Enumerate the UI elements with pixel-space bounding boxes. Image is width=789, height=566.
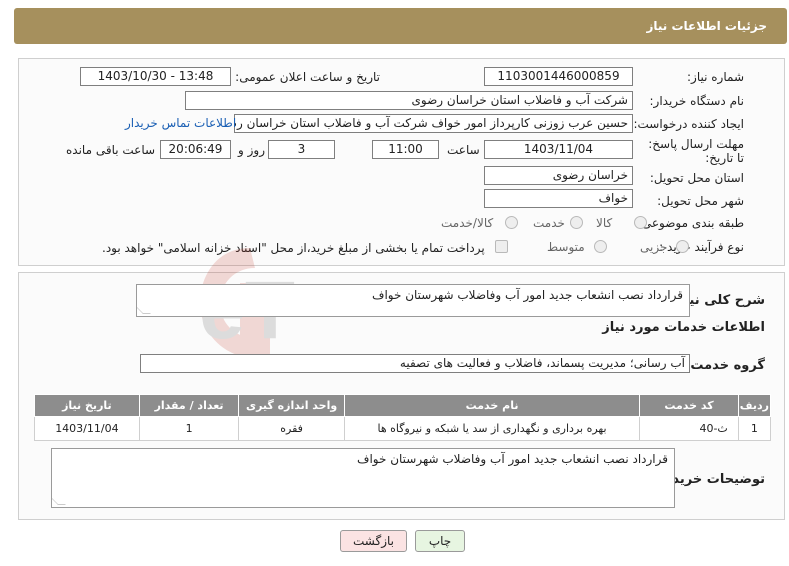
- city-label: شهر محل تحویل:: [657, 194, 744, 208]
- category-goods-service-radio[interactable]: [505, 216, 518, 229]
- need-number-field[interactable]: 1103001446000859: [484, 67, 633, 86]
- cell-unit: فقره: [238, 416, 345, 441]
- col-quantity: تعداد / مقدار: [138, 394, 240, 417]
- remaining-time-label: ساعت باقی مانده: [66, 143, 156, 157]
- province-label: استان محل تحویل:: [649, 171, 744, 185]
- col-service-name: نام خدمت: [343, 394, 641, 417]
- category-goods-label: کالا: [596, 216, 613, 230]
- deadline-date-field[interactable]: 1403/11/04: [484, 140, 633, 159]
- treasury-payment-note: پرداخت تمام یا بخشی از مبلغ خرید،از محل …: [102, 241, 485, 255]
- category-goods-service-label: کالا/خدمت: [441, 216, 494, 230]
- announce-datetime-value: 1403/10/30 - 13:48: [97, 69, 214, 83]
- print-button[interactable]: چاپ: [415, 530, 465, 552]
- category-service-label: خدمت: [533, 216, 565, 230]
- cell-service-code: ث-40: [639, 416, 739, 441]
- remaining-time-field[interactable]: 20:06:49: [160, 140, 231, 159]
- deadline-time-label: ساعت: [447, 143, 480, 157]
- process-medium-label: متوسط: [547, 240, 585, 254]
- process-medium-radio[interactable]: [594, 240, 607, 253]
- service-group-field[interactable]: آب رسانی؛ مدیریت پسماند، فاضلاب و فعالیت…: [140, 354, 690, 373]
- services-table-header: ردیف کد خدمت نام خدمت واحد اندازه گیری ت…: [34, 394, 772, 417]
- category-goods-radio[interactable]: [634, 216, 647, 229]
- process-minor-label: جزیی: [640, 240, 668, 254]
- cell-need-date: 1403/11/04: [34, 416, 140, 441]
- service-group-label: گروه خدمت:: [685, 358, 765, 373]
- resize-grip-icon[interactable]: [137, 306, 151, 314]
- deadline-time-field[interactable]: 11:00: [372, 140, 439, 159]
- services-section-title: اطلاعات خدمات مورد نیاز: [602, 320, 765, 335]
- announce-datetime-field[interactable]: 1403/10/30 - 13:48: [80, 67, 231, 86]
- days-label: روز و: [238, 143, 265, 157]
- creator-label: ایجاد کننده درخواست:: [633, 117, 744, 131]
- back-button[interactable]: بازگشت: [340, 530, 407, 552]
- buyer-contact-link[interactable]: اطلاعات تماس خریدار: [125, 116, 236, 130]
- creator-field[interactable]: حسین عرب زوزنی کارپرداز امور خواف شرکت آ…: [234, 114, 633, 133]
- city-field[interactable]: خواف: [484, 189, 633, 208]
- category-service-radio[interactable]: [570, 216, 583, 229]
- table-row: 1 ث-40 بهره برداری و نگهداری از سد یا شب…: [34, 416, 772, 441]
- col-row-number: ردیف: [737, 394, 772, 417]
- province-field[interactable]: خراسان رضوی: [484, 166, 633, 185]
- services-table: ردیف کد خدمت نام خدمت واحد اندازه گیری ت…: [34, 394, 772, 441]
- col-unit: واحد اندازه گیری: [238, 394, 345, 417]
- col-service-code: کد خدمت: [639, 394, 739, 417]
- page-header: جزئیات اطلاعات نیاز: [14, 8, 787, 44]
- cell-quantity: 1: [138, 416, 240, 441]
- buyer-notes-textarea[interactable]: قرارداد نصب انشعاب جدید امور آب وفاضلاب …: [51, 448, 675, 508]
- buyer-notes-text: قرارداد نصب انشعاب جدید امور آب وفاضلاب …: [357, 452, 668, 466]
- days-remaining-field[interactable]: 3: [268, 140, 335, 159]
- announce-label: تاریخ و ساعت اعلان عمومی:: [235, 70, 380, 84]
- deadline-label: مهلت ارسال پاسخ: تا تاریخ:: [648, 137, 744, 165]
- col-need-date: تاریخ نیاز: [34, 394, 140, 417]
- summary-text: قرارداد نصب انشعاب جدید امور آب وفاضلاب …: [372, 288, 683, 302]
- page-title: جزئیات اطلاعات نیاز: [646, 19, 767, 33]
- need-number-label: شماره نیاز:: [687, 70, 744, 84]
- cell-row-number: 1: [737, 416, 772, 441]
- buyer-org-field[interactable]: شرکت آب و فاضلاب استان خراسان رضوی: [185, 91, 633, 110]
- treasury-payment-checkbox[interactable]: [495, 240, 508, 253]
- category-label: طبقه بندی موضوعی:: [637, 216, 744, 230]
- resize-grip-icon[interactable]: [52, 497, 66, 505]
- summary-textarea[interactable]: قرارداد نصب انشعاب جدید امور آب وفاضلاب …: [136, 284, 690, 317]
- buyer-org-label: نام دستگاه خریدار:: [649, 94, 745, 108]
- process-minor-radio[interactable]: [676, 240, 689, 253]
- process-label: نوع فرآیند خرید :: [659, 240, 744, 254]
- cell-service-name: بهره برداری و نگهداری از سد یا شبکه و نی…: [343, 416, 641, 441]
